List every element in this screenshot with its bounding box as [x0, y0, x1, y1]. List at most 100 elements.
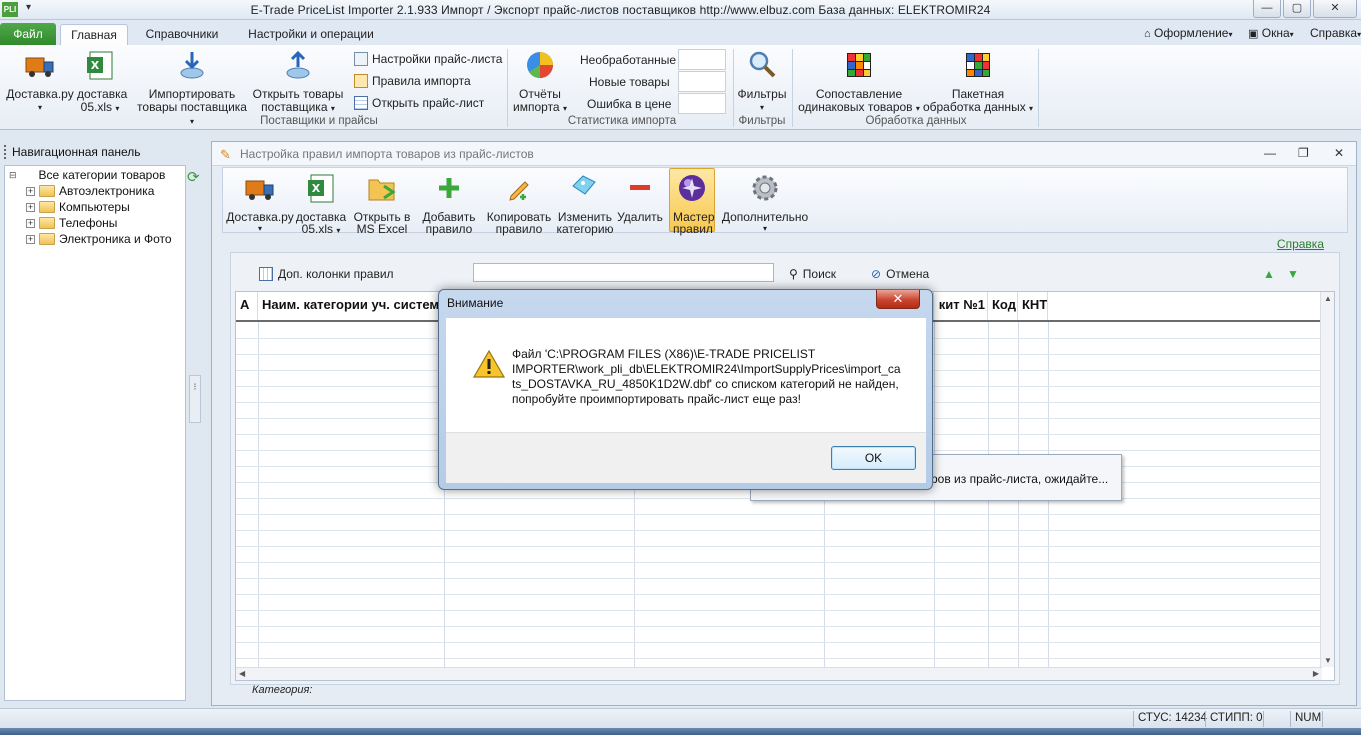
- panel-splitter[interactable]: ⁝: [189, 375, 201, 423]
- pricelist-settings-button[interactable]: Настройки прайс-листа: [354, 52, 502, 66]
- stat-price-error-label: Ошибка в цене: [587, 97, 672, 111]
- tb-open-excel-button[interactable]: Открыть в MS Excel: [351, 172, 413, 236]
- folder-icon: [39, 185, 55, 197]
- status-num: NUM: [1295, 712, 1322, 724]
- move-down-icon[interactable]: ▼: [1287, 267, 1299, 281]
- batch-processing-button[interactable]: Пакетная обработка данных ▾: [922, 49, 1034, 115]
- windows-icon: ▣: [1248, 28, 1259, 40]
- group-label-suppliers: Поставщики и прайсы: [260, 115, 378, 127]
- nav-panel-header: Навигационная панель: [12, 145, 141, 159]
- warning-icon: [473, 350, 505, 378]
- tb-rules-wizard-button[interactable]: Мастер правил: [669, 168, 715, 235]
- excel-file-icon: X: [308, 174, 334, 203]
- help-link[interactable]: Справка: [1277, 237, 1324, 251]
- col-header-category[interactable]: Наим. категории уч. системы: [258, 292, 444, 320]
- scroll-left-arrow-icon[interactable]: ◀: [239, 669, 245, 678]
- dialog-close-button[interactable]: ✕: [876, 290, 920, 309]
- tab-home[interactable]: Главная: [60, 24, 128, 45]
- binoculars-icon: ⚲: [789, 267, 798, 281]
- move-up-icon[interactable]: ▲: [1263, 267, 1275, 281]
- expand-icon[interactable]: +: [26, 234, 35, 244]
- tab-file[interactable]: Файл: [0, 23, 56, 45]
- menu-windows[interactable]: ▣ Окна▾: [1248, 26, 1294, 40]
- col-header-knt[interactable]: КНТ: [1018, 292, 1048, 320]
- group-label-stats: Статистика импорта: [567, 115, 677, 127]
- tree-root[interactable]: ⊟ Все категории товаров: [9, 167, 165, 183]
- match-products-button[interactable]: Сопоставление одинаковых товаров ▾: [798, 49, 920, 115]
- stat-unprocessed-label: Необработанные: [580, 53, 677, 67]
- minimize-button[interactable]: —: [1253, 0, 1281, 18]
- expand-icon[interactable]: +: [26, 218, 35, 228]
- expand-icon[interactable]: +: [26, 186, 35, 196]
- tree-item-auto[interactable]: + Автоэлектроника: [26, 183, 154, 199]
- rubik-cube-icon: [847, 53, 871, 77]
- dialog-footer: OK: [446, 432, 926, 483]
- scroll-right-arrow-icon[interactable]: ▶: [1313, 669, 1319, 678]
- tb-delivery-xls-button[interactable]: X доставка 05.xls ▾: [295, 172, 347, 238]
- pencil-icon: ✎: [220, 147, 231, 162]
- plus-icon: [439, 178, 459, 198]
- wizard-orb-icon: [679, 175, 705, 201]
- inner-minimize-button[interactable]: —: [1264, 146, 1276, 160]
- group-label-filters: Фильтры: [738, 115, 786, 127]
- col-header-code[interactable]: Код: [988, 292, 1018, 320]
- scroll-up-arrow-icon[interactable]: ▲: [1324, 294, 1332, 303]
- open-pricelist-button[interactable]: Открыть прайс-лист: [354, 96, 484, 110]
- tree-item-phones[interactable]: + Телефоны: [26, 215, 117, 231]
- tb-delete-button[interactable]: Удалить: [617, 172, 663, 223]
- horizontal-scrollbar[interactable]: ◀ ▶: [236, 667, 1322, 680]
- delivery-button[interactable]: Доставка.ру ▾: [6, 49, 74, 114]
- scroll-down-arrow-icon[interactable]: ▼: [1324, 656, 1332, 665]
- col-header-kit1[interactable]: кит №1: [934, 292, 988, 320]
- expand-icon[interactable]: +: [26, 202, 35, 212]
- folder-icon: [39, 201, 55, 213]
- inner-close-button[interactable]: ✕: [1334, 146, 1344, 160]
- cancel-filter-icon: ⊘: [871, 267, 882, 281]
- tb-delivery-button[interactable]: Доставка.ру ▾: [226, 172, 294, 236]
- tag-edit-icon: [572, 175, 596, 195]
- tb-change-category-button[interactable]: Изменить категорию: [556, 172, 614, 236]
- menu-help[interactable]: Справка▾: [1310, 26, 1361, 40]
- delivery-xls-button[interactable]: X доставка 05.xls ▾: [77, 49, 127, 115]
- import-rules-button[interactable]: Правила импорта: [354, 74, 471, 88]
- open-goods-icon: [286, 50, 310, 79]
- folder-open-icon: [368, 179, 396, 201]
- tb-copy-rule-button[interactable]: Копировать правило: [486, 172, 552, 236]
- tab-references[interactable]: Справочники: [138, 24, 226, 45]
- svg-text:X: X: [312, 182, 321, 195]
- maximize-button[interactable]: ▢: [1283, 0, 1311, 18]
- status-stus: СТУС: 14234: [1138, 712, 1207, 724]
- gear-icon: [752, 175, 778, 201]
- menu-appearance[interactable]: ⌂ Оформление▾: [1144, 26, 1233, 40]
- dialog-content: Файл 'C:\PROGRAM FILES (X86)\E-TRADE PRI…: [446, 318, 926, 432]
- tb-add-rule-button[interactable]: Добавить правило: [419, 172, 479, 236]
- minus-icon: [630, 185, 650, 190]
- tab-settings-operations[interactable]: Настройки и операции: [238, 24, 384, 45]
- filters-button[interactable]: Фильтры ▾: [736, 49, 788, 114]
- search-input[interactable]: [473, 263, 774, 282]
- excel-file-icon: X: [87, 51, 113, 80]
- refresh-icon[interactable]: ⟳: [187, 168, 200, 186]
- ribbon-tabs: Файл Главная Справочники Настройки и опе…: [0, 20, 1361, 45]
- open-supplier-goods-button[interactable]: Открыть товары поставщика ▾: [252, 49, 344, 115]
- stat-unprocessed-value: [678, 49, 726, 70]
- inner-restore-button[interactable]: ❐: [1298, 146, 1309, 160]
- window-title: E-Trade PriceList Importer 2.1.933 Импор…: [250, 3, 991, 17]
- folder-icon: [39, 233, 55, 245]
- search-button[interactable]: ⚲ Поиск: [789, 267, 836, 281]
- inner-window-title: ✎ Настройка правил импорта товаров из пр…: [212, 142, 1356, 166]
- tree-item-electronics[interactable]: + Электроника и Фото: [26, 231, 172, 247]
- rubik-cube-batch-icon: [966, 53, 990, 77]
- tb-extra-button[interactable]: Дополнительно ▾: [720, 172, 810, 236]
- pen-settings-icon: [354, 52, 368, 66]
- extra-columns-button[interactable]: Доп. колонки правил: [259, 267, 394, 281]
- ok-button[interactable]: OK: [831, 446, 916, 470]
- tree-item-computers[interactable]: + Компьютеры: [26, 199, 130, 215]
- vertical-scrollbar[interactable]: ▲ ▼: [1320, 292, 1334, 667]
- import-reports-button[interactable]: Отчёты импорта ▾: [512, 49, 568, 115]
- cancel-search-button[interactable]: ⊘ Отмена: [871, 267, 929, 281]
- rules-toolbar: Доставка.ру ▾ X доставка 05.xls ▾ Открыт…: [222, 167, 1348, 236]
- magnifier-icon: [749, 51, 776, 78]
- col-header-a[interactable]: А: [236, 292, 258, 320]
- close-window-button[interactable]: ✕: [1313, 0, 1357, 18]
